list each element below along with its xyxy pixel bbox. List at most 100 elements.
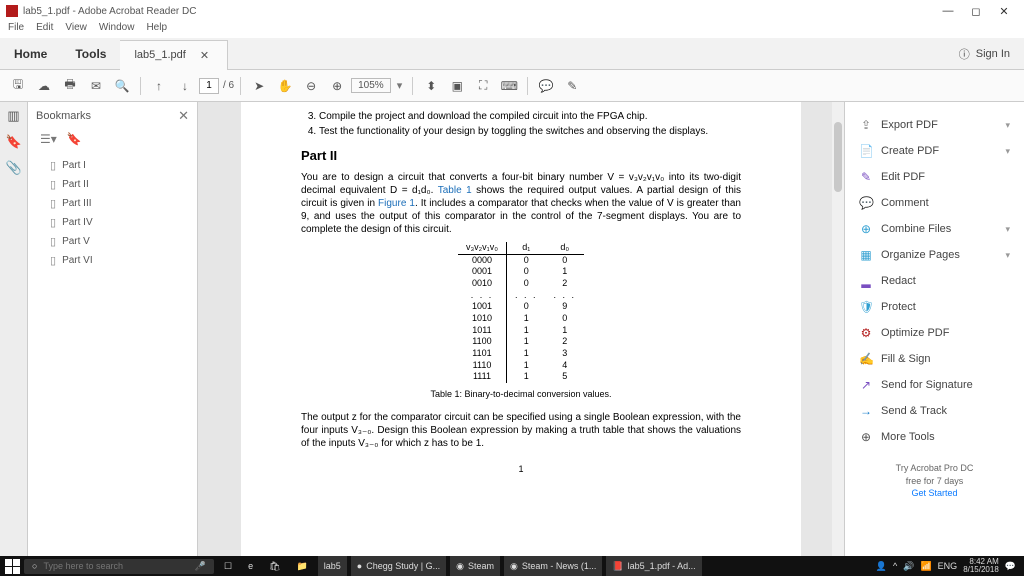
- minimize-button[interactable]: —: [934, 5, 962, 17]
- page-input[interactable]: [199, 78, 219, 94]
- save-icon[interactable]: 🖫: [6, 74, 30, 98]
- titlebar: lab5_1.pdf - Adobe Acrobat Reader DC — ◻…: [0, 0, 1024, 22]
- system-tray[interactable]: 👤 ^ 🔊 📶 ENG 8:42 AM 8/15/2018 💬: [876, 558, 1020, 574]
- chevron-down-icon: ▾: [1005, 146, 1010, 157]
- bookmark-part-iv[interactable]: ▯Part IV: [36, 213, 189, 232]
- tool-organize-pages[interactable]: ▦Organize Pages▾: [845, 242, 1024, 268]
- tool-label: Fill & Sign: [881, 353, 931, 365]
- task-steam[interactable]: ◉ Steam: [450, 556, 500, 576]
- get-started-link[interactable]: Get Started: [911, 488, 957, 498]
- fit-page-icon[interactable]: ▣: [445, 74, 469, 98]
- scrollbar[interactable]: [832, 102, 844, 556]
- taskbar-search[interactable]: ○ 🎤: [24, 559, 214, 574]
- tool-label: Edit PDF: [881, 171, 925, 183]
- attachments-icon[interactable]: 📎: [6, 160, 22, 176]
- print-icon[interactable]: 🖶: [58, 74, 82, 98]
- tool-redact[interactable]: ▂Redact: [845, 268, 1024, 294]
- tool-protect[interactable]: 🛡Protect: [845, 294, 1024, 320]
- tool-more-tools[interactable]: ⊕More Tools: [845, 424, 1024, 450]
- signin-link[interactable]: ⓘ Sign In: [945, 46, 1024, 62]
- cloud-icon[interactable]: ☁: [32, 74, 56, 98]
- chevron-down-icon: ▾: [1005, 224, 1010, 235]
- mic-icon[interactable]: 🎤: [195, 561, 206, 572]
- taskview-icon[interactable]: ☐: [218, 556, 238, 576]
- app-icon: [6, 5, 18, 17]
- close-button[interactable]: ✕: [990, 5, 1018, 18]
- tool-label: Send for Signature: [881, 379, 973, 391]
- main-area: ▥ 🔖 📎 Bookmarks ✕ ☰▾ 🔖 ▯Part I ▯Part II …: [0, 102, 1024, 556]
- read-aloud-icon[interactable]: ⌨: [497, 74, 521, 98]
- bookmarks-panel: Bookmarks ✕ ☰▾ 🔖 ▯Part I ▯Part II ▯Part …: [28, 102, 198, 556]
- zoom-out-icon[interactable]: ⊖: [299, 74, 323, 98]
- tool-fill-sign[interactable]: ✍Fill & Sign: [845, 346, 1024, 372]
- network-icon[interactable]: 🔊: [903, 561, 914, 572]
- bookmark-part-iii[interactable]: ▯Part III: [36, 194, 189, 213]
- comment-icon[interactable]: 💬: [534, 74, 558, 98]
- bookmark-options-icon[interactable]: ☰▾: [40, 132, 57, 146]
- bookmark-find-icon[interactable]: 🔖: [67, 132, 82, 146]
- task-edge[interactable]: e: [242, 556, 259, 576]
- tool-combine-files[interactable]: ⊕Combine Files▾: [845, 216, 1024, 242]
- tray-up-icon[interactable]: ^: [893, 561, 897, 571]
- tool-icon: ▦: [859, 248, 873, 262]
- task-store[interactable]: 🛍: [263, 556, 286, 576]
- bookmark-part-vi[interactable]: ▯Part VI: [36, 251, 189, 270]
- task-acrobat[interactable]: 📕 lab5_1.pdf - Ad...: [606, 556, 701, 576]
- hand-icon[interactable]: ✋: [273, 74, 297, 98]
- zoom-dropdown-icon[interactable]: ▾: [393, 79, 407, 92]
- tool-create-pdf[interactable]: 📄Create PDF▾: [845, 138, 1024, 164]
- wifi-icon[interactable]: 📶: [920, 561, 931, 572]
- bookmarks-icon[interactable]: 🔖: [6, 134, 22, 150]
- tool-edit-pdf[interactable]: ✎Edit PDF: [845, 164, 1024, 190]
- bookmarks-close-icon[interactable]: ✕: [178, 108, 189, 124]
- menu-view[interactable]: View: [65, 22, 87, 38]
- task-lab5[interactable]: lab5: [318, 556, 347, 576]
- tool-label: Combine Files: [881, 223, 951, 235]
- tool-export-pdf[interactable]: ⇪Export PDF▾: [845, 112, 1024, 138]
- zoom-level[interactable]: 105%: [351, 78, 391, 93]
- left-rail: ▥ 🔖 📎: [0, 102, 28, 556]
- scroll-thumb[interactable]: [834, 122, 842, 192]
- document-area[interactable]: Compile the project and download the com…: [198, 102, 844, 556]
- maximize-button[interactable]: ◻: [962, 5, 990, 18]
- bookmark-part-i[interactable]: ▯Part I: [36, 156, 189, 175]
- tool-optimize-pdf[interactable]: ⚙Optimize PDF: [845, 320, 1024, 346]
- task-chegg[interactable]: ● Chegg Study | G...: [351, 556, 446, 576]
- help-icon[interactable]: ⓘ: [959, 46, 970, 62]
- tool-send-for-signature[interactable]: ↗Send for Signature: [845, 372, 1024, 398]
- bookmark-part-ii[interactable]: ▯Part II: [36, 175, 189, 194]
- lang-indicator[interactable]: ENG: [938, 561, 958, 571]
- menu-help[interactable]: Help: [146, 22, 167, 38]
- notifications-icon[interactable]: 💬: [1005, 561, 1016, 572]
- highlight-icon[interactable]: ✎: [560, 74, 584, 98]
- pointer-icon[interactable]: ➤: [247, 74, 271, 98]
- task-steam-news[interactable]: ◉ Steam - News (1...: [504, 556, 602, 576]
- thumbnails-icon[interactable]: ▥: [6, 108, 22, 124]
- menu-file[interactable]: File: [8, 22, 24, 38]
- fullscreen-icon[interactable]: ⛶: [471, 74, 495, 98]
- tab-home[interactable]: Home: [0, 38, 61, 69]
- tab-document[interactable]: lab5_1.pdf ✕: [120, 40, 228, 70]
- list-item: Compile the project and download the com…: [319, 110, 741, 123]
- tool-send-track[interactable]: →Send & Track: [845, 398, 1024, 424]
- fit-width-icon[interactable]: ⬍: [419, 74, 443, 98]
- search-input[interactable]: [43, 561, 188, 571]
- mail-icon[interactable]: ✉: [84, 74, 108, 98]
- bookmarks-title: Bookmarks: [36, 110, 91, 122]
- prev-page-icon[interactable]: ↑: [147, 74, 171, 98]
- tool-comment[interactable]: 💬Comment: [845, 190, 1024, 216]
- search-icon[interactable]: 🔍: [110, 74, 134, 98]
- task-explorer[interactable]: 📁: [291, 556, 314, 576]
- menubar: File Edit View Window Help: [0, 22, 1024, 38]
- tab-close-icon[interactable]: ✕: [200, 49, 209, 62]
- people-icon[interactable]: 👤: [876, 561, 887, 572]
- next-page-icon[interactable]: ↓: [173, 74, 197, 98]
- tab-tools[interactable]: Tools: [61, 38, 120, 69]
- menu-edit[interactable]: Edit: [36, 22, 53, 38]
- clock[interactable]: 8:42 AM 8/15/2018: [963, 558, 999, 574]
- zoom-in-icon[interactable]: ⊕: [325, 74, 349, 98]
- bookmark-part-v[interactable]: ▯Part V: [36, 232, 189, 251]
- start-button[interactable]: [4, 558, 20, 574]
- ribbon-icon: ▯: [50, 254, 56, 267]
- menu-window[interactable]: Window: [99, 22, 135, 38]
